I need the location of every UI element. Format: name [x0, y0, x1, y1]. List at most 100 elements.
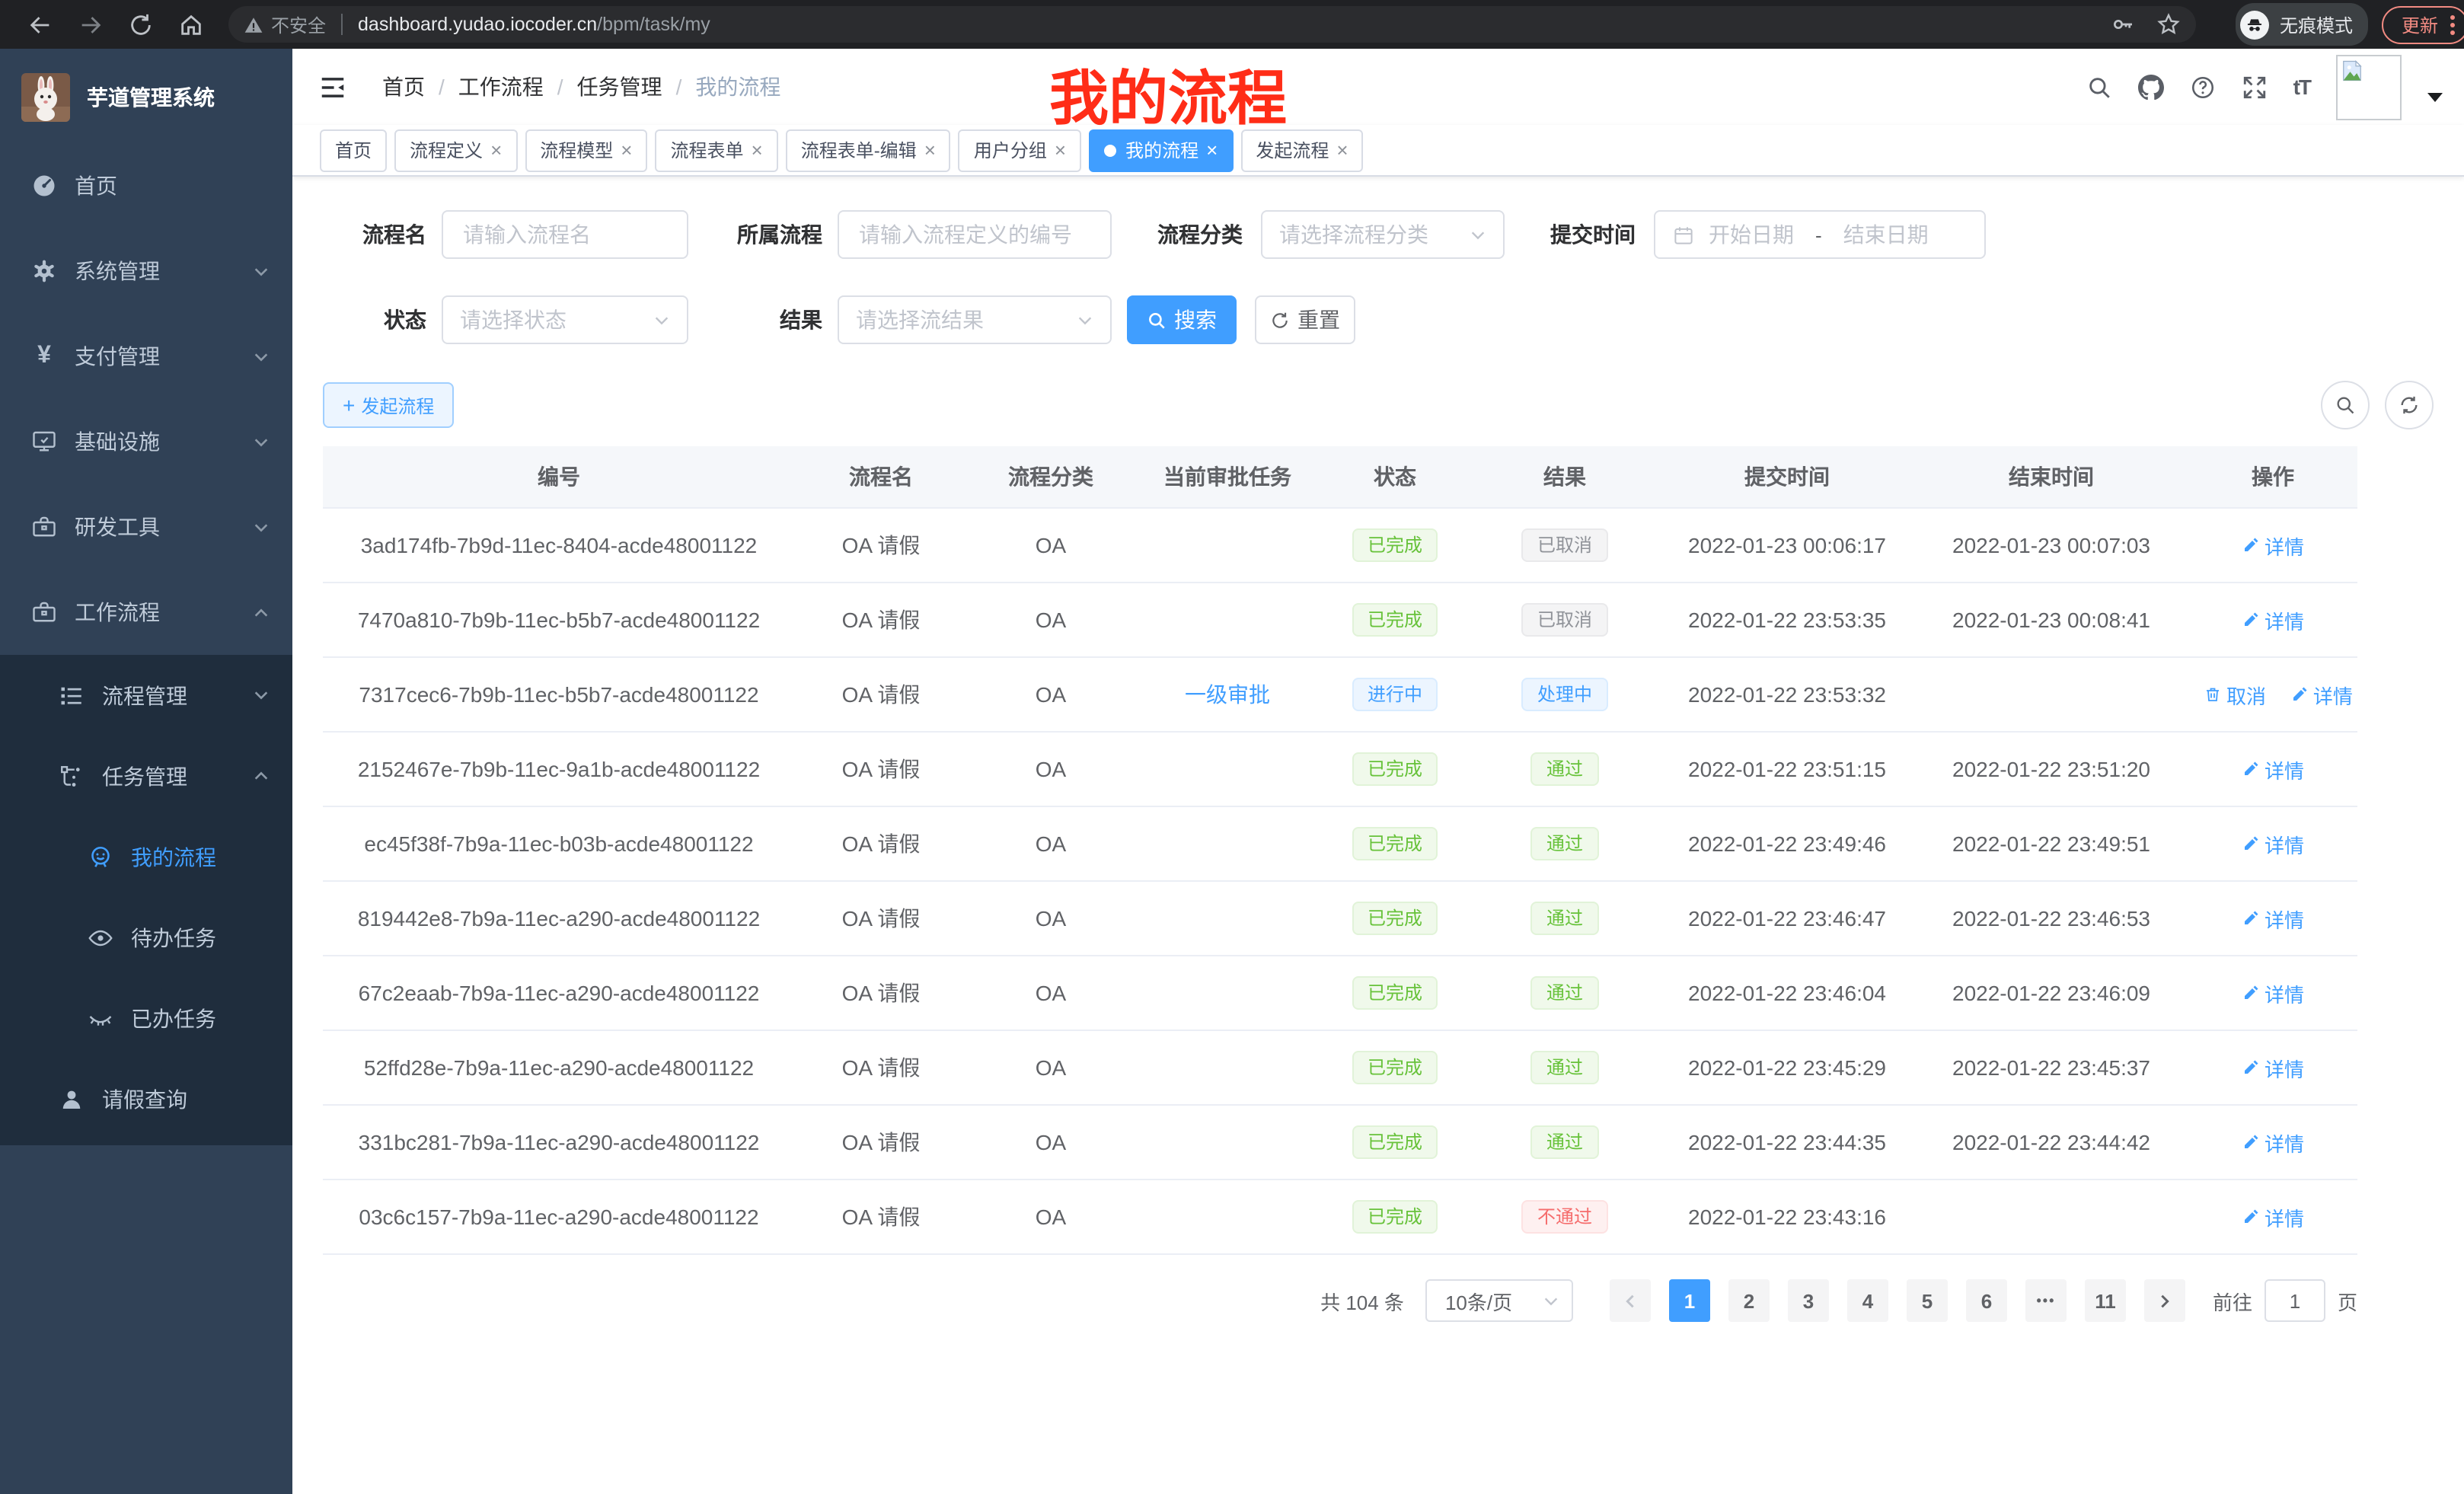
close-tab-icon[interactable] — [621, 140, 632, 160]
tab-user-group[interactable]: 用户分组 — [959, 129, 1081, 171]
sidebar-item-dev-tools[interactable]: 研发工具 — [0, 484, 292, 570]
detail-link[interactable]: 详情 — [2242, 1128, 2304, 1157]
detail-link[interactable]: 详情 — [2242, 904, 2304, 933]
process-definition-input[interactable] — [838, 210, 1112, 259]
bookmark-star-icon[interactable] — [2156, 12, 2181, 37]
detail-link[interactable]: 详情 — [2242, 1202, 2304, 1231]
chevron-down-icon — [1543, 1292, 1559, 1309]
sidebar-item-infrastructure[interactable]: 基础设施 — [0, 399, 292, 484]
refresh-table-button[interactable] — [2385, 381, 2434, 429]
tab-home[interactable]: 首页 — [320, 129, 387, 171]
toggle-search-button[interactable] — [2321, 381, 2370, 429]
yen-icon: ¥ — [30, 343, 58, 370]
table-row: 331bc281-7b9a-11ec-a290-acde48001122 OA … — [323, 1105, 2357, 1180]
pagination: 共 104 条 10条/页 1 2 3 4 5 6 ••• 11 — [323, 1279, 2357, 1322]
close-tab-icon[interactable] — [924, 140, 936, 160]
screen: 不安全 dashboard.yudao.iocoder.cn/bpm/task/… — [0, 0, 2464, 1494]
page-button-3[interactable]: 3 — [1788, 1279, 1829, 1322]
result-badge: 通过 — [1531, 976, 1598, 1010]
close-tab-icon[interactable] — [1206, 140, 1218, 160]
logo[interactable]: 芋道管理系统 — [0, 49, 292, 131]
chevron-down-icon — [253, 687, 270, 704]
url-text[interactable]: dashboard.yudao.iocoder.cn/bpm/task/my — [358, 14, 710, 35]
col-submit-time: 提交时间 — [1660, 446, 1914, 508]
sidebar-item-leave-query[interactable]: 请假查询 — [0, 1058, 292, 1139]
current-task-link[interactable]: 一级审批 — [1185, 682, 1270, 707]
goto-page-input[interactable] — [2265, 1279, 2325, 1322]
tab-process-model[interactable]: 流程模型 — [525, 129, 647, 171]
avatar[interactable] — [2336, 54, 2402, 120]
browser-forward-icon[interactable] — [78, 11, 104, 37]
browser-menu-icon[interactable] — [2450, 14, 2455, 34]
page-button-11[interactable]: 11 — [2085, 1279, 2126, 1322]
detail-link[interactable]: 详情 — [2290, 680, 2353, 709]
detail-link[interactable]: 详情 — [2242, 1053, 2304, 1082]
process-table: 编号 流程名 流程分类 当前审批任务 状态 结果 提交时间 结束时间 操作 — [323, 446, 2357, 1255]
security-status[interactable]: 不安全 — [244, 11, 326, 37]
search-button[interactable]: 搜索 — [1127, 295, 1237, 344]
sidebar-item-system[interactable]: 系统管理 — [0, 228, 292, 314]
tab-process-form[interactable]: 流程表单 — [655, 129, 777, 171]
search-icon[interactable] — [2086, 74, 2112, 100]
help-icon[interactable] — [2190, 74, 2216, 100]
col-status: 状态 — [1320, 446, 1470, 508]
browser-back-icon[interactable] — [27, 11, 53, 37]
tab-process-definition[interactable]: 流程定义 — [394, 129, 517, 171]
page-button-6[interactable]: 6 — [1966, 1279, 2007, 1322]
sidebar-item-todo-tasks[interactable]: 待办任务 — [0, 897, 292, 978]
detail-link[interactable]: 详情 — [2242, 605, 2304, 634]
breadcrumb-home[interactable]: 首页 — [382, 72, 425, 102]
page-button-2[interactable]: 2 — [1728, 1279, 1770, 1322]
divider — [341, 14, 343, 35]
page-size-select[interactable]: 10条/页 — [1425, 1279, 1573, 1322]
reset-button[interactable]: 重置 — [1255, 295, 1355, 344]
sidebar-item-payment[interactable]: ¥ 支付管理 — [0, 314, 292, 399]
create-process-button[interactable]: 发起流程 — [323, 382, 454, 428]
page-button-5[interactable]: 5 — [1907, 1279, 1948, 1322]
result-select[interactable]: 请选择流结果 — [838, 295, 1112, 344]
detail-link[interactable]: 详情 — [2242, 829, 2304, 858]
page-button-4[interactable]: 4 — [1847, 1279, 1888, 1322]
table-row: 7317cec6-7b9b-11ec-b5b7-acde48001122 OA … — [323, 657, 2357, 732]
detail-link[interactable]: 详情 — [2242, 755, 2304, 784]
password-key-icon[interactable] — [2111, 12, 2135, 37]
submit-time-label: 提交时间 — [1541, 219, 1636, 250]
sidebar-item-my-processes[interactable]: 我的流程 — [0, 816, 292, 897]
sidebar-item-workflow[interactable]: 工作流程 — [0, 570, 292, 655]
browser-update-button[interactable]: 更新 — [2382, 5, 2464, 43]
cancel-link[interactable]: 取消 — [2204, 680, 2266, 709]
detail-link[interactable]: 详情 — [2242, 531, 2304, 560]
page-button-1[interactable]: 1 — [1669, 1279, 1710, 1322]
process-category-select[interactable]: 请选择流程分类 — [1261, 210, 1505, 259]
sidebar-item-process-management[interactable]: 流程管理 — [0, 655, 292, 736]
status-select[interactable]: 请选择状态 — [442, 295, 688, 344]
start-date-placeholder: 开始日期 — [1709, 219, 1794, 250]
prev-page-button[interactable] — [1610, 1279, 1651, 1322]
breadcrumb-workflow[interactable]: 工作流程 — [458, 72, 544, 102]
process-name-input[interactable] — [442, 210, 688, 259]
submit-time-range-picker[interactable]: 开始日期 - 结束日期 — [1654, 210, 1986, 259]
hamburger-fold-icon[interactable] — [318, 72, 347, 101]
font-size-icon[interactable]: tT — [2293, 75, 2310, 99]
tab-my-processes[interactable]: 我的流程 — [1089, 129, 1233, 171]
next-page-button[interactable] — [2144, 1279, 2185, 1322]
avatar-caret-icon[interactable] — [2427, 93, 2443, 102]
browser-reload-icon[interactable] — [128, 11, 154, 37]
close-tab-icon[interactable] — [1336, 140, 1348, 160]
breadcrumb-task-management[interactable]: 任务管理 — [577, 72, 662, 102]
browser-home-icon[interactable] — [178, 11, 204, 37]
pagination-more-button[interactable]: ••• — [2025, 1279, 2067, 1322]
tab-process-form-edit[interactable]: 流程表单-编辑 — [786, 129, 951, 171]
table-row: 3ad174fb-7b9d-11ec-8404-acde48001122 OA … — [323, 508, 2357, 583]
fullscreen-icon[interactable] — [2242, 74, 2268, 100]
tab-start-process[interactable]: 发起流程 — [1240, 129, 1363, 171]
sidebar-item-home[interactable]: 首页 — [0, 143, 292, 228]
sidebar-item-task-management[interactable]: 任务管理 — [0, 736, 292, 816]
github-icon[interactable] — [2138, 74, 2164, 100]
detail-link[interactable]: 详情 — [2242, 978, 2304, 1007]
close-tab-icon[interactable] — [490, 140, 502, 160]
close-tab-icon[interactable] — [1055, 140, 1066, 160]
sidebar-item-done-tasks[interactable]: 已办任务 — [0, 978, 292, 1058]
address-bar[interactable]: 不安全 dashboard.yudao.iocoder.cn/bpm/task/… — [228, 6, 2196, 43]
close-tab-icon[interactable] — [752, 140, 763, 160]
